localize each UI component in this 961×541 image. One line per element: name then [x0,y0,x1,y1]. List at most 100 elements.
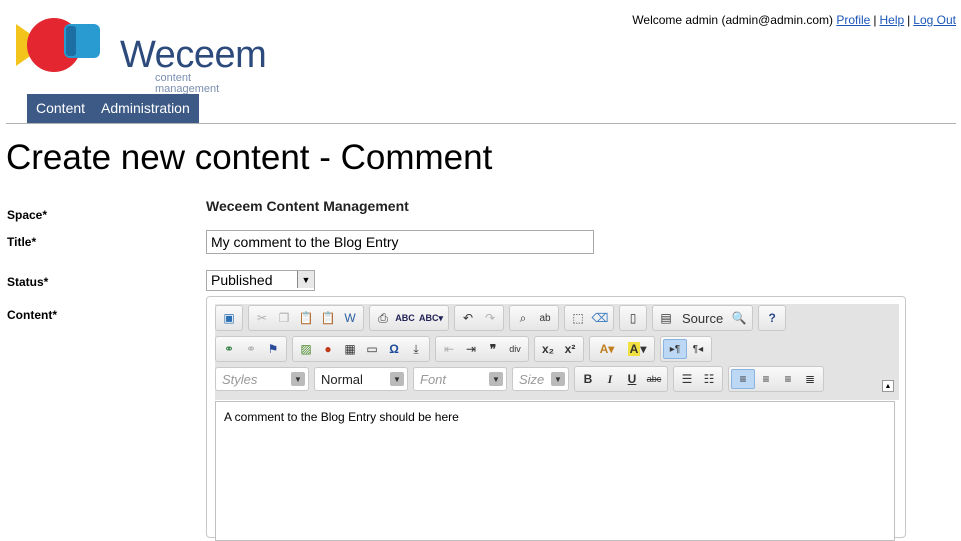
logo-subtitle: content management [155,72,220,95]
editor-content-text: A comment to the Blog Entry should be he… [224,410,459,424]
source-icon[interactable]: ▤ [655,308,677,328]
separator: | [907,13,911,27]
collapse-toolbar-icon[interactable]: ▲ [882,380,894,392]
outdent-icon[interactable]: ⇤ [438,339,460,359]
page-break-icon[interactable]: ⤓ [405,339,427,359]
toolbar-group: ☰ ☷ [673,366,723,392]
size-combo-label: Size [519,371,545,387]
justify-icon[interactable]: ≣ [799,369,821,389]
user-bar: Welcome admin (admin@admin.com) Profile |… [632,13,956,27]
welcome-text: Welcome admin (admin@admin.com) [632,13,833,27]
styles-combo[interactable]: Styles ▼ [215,367,309,391]
superscript-icon[interactable]: x² [559,339,581,359]
paste-icon[interactable]: 📋 [295,308,317,328]
chevron-down-icon[interactable]: ▼ [297,271,314,288]
help-link[interactable]: Help [879,13,904,27]
styles-combo-label: Styles [222,371,258,387]
italic-icon[interactable]: I [599,369,621,389]
paste-text-icon[interactable]: 📋 [317,308,339,328]
header-divider [6,123,956,124]
logo-text: Weceem [120,34,267,76]
toolbar-group: A▾ A ▾ [589,336,655,362]
horizontal-rule-icon[interactable]: ▭ [361,339,383,359]
status-value: Published [211,272,273,288]
logo-mark-icon [16,18,100,72]
nav-item-content[interactable]: Content [27,94,93,123]
link-icon[interactable]: ⚭ [218,339,240,359]
maximize-icon[interactable]: ▣ [218,308,240,328]
ltr-direction-icon[interactable]: ▸¶ [663,339,687,359]
page-title: Create new content - Comment [6,138,493,177]
background-color-icon[interactable]: A ▾ [622,339,652,359]
select-all-icon[interactable]: ⬚ [567,308,589,328]
toolbar-row: ⚭ ⚭ ⚑ ▨ ● ▦ ▭ Ω ⤓ ⇤ ⇥ ❞ div x₂ x² A▾ A ▾… [215,336,717,362]
spellcheck-icon[interactable]: ABC [394,308,416,328]
numbered-list-icon[interactable]: ☰ [676,369,698,389]
align-center-icon[interactable]: ≡ [755,369,777,389]
chevron-down-icon[interactable]: ▼ [390,372,404,386]
toolbar-group: ▤ Source 🔍 [652,305,754,331]
main-nav: Content Administration [27,94,199,123]
bulleted-list-icon[interactable]: ☷ [698,369,720,389]
size-combo[interactable]: Size ▼ [512,367,569,391]
image-icon[interactable]: ▨ [295,339,317,359]
help-icon[interactable]: ? [761,308,783,328]
toolbar-group: ⎙ ABC ABC▾ [369,305,449,331]
redo-icon[interactable]: ↷ [479,308,501,328]
preview-icon[interactable]: 🔍 [728,308,750,328]
remove-format-icon[interactable]: ⌫ [589,308,611,328]
underline-icon[interactable]: U [621,369,643,389]
toolbar-group: x₂ x² [534,336,584,362]
source-button[interactable]: Source [677,308,728,328]
unlink-icon[interactable]: ⚭ [240,339,262,359]
toolbar-group: ≡ ≡ ≡ ≣ [728,366,824,392]
subscript-icon[interactable]: x₂ [537,339,559,359]
cut-icon[interactable]: ✂ [251,308,273,328]
bold-icon[interactable]: B [577,369,599,389]
create-div-icon[interactable]: div [504,339,526,359]
indent-icon[interactable]: ⇥ [460,339,482,359]
paste-word-icon[interactable]: W [339,308,361,328]
undo-icon[interactable]: ↶ [457,308,479,328]
logout-link[interactable]: Log Out [913,13,956,27]
format-combo[interactable]: Normal ▼ [314,367,408,391]
replace-icon[interactable]: ab [534,308,556,328]
toolbar-group: ✂ ❐ 📋 📋 W [248,305,364,331]
new-page-icon[interactable]: ▯ [622,308,644,328]
strikethrough-icon[interactable]: abc [643,369,665,389]
align-left-icon[interactable]: ≡ [731,369,755,389]
text-color-icon[interactable]: A▾ [592,339,622,359]
status-select[interactable]: Published ▼ [206,270,315,291]
toolbar-row: ▣ ✂ ❐ 📋 📋 W ⎙ ABC ABC▾ ↶ ↷ ⌕ ab ⬚ ⌫ ▯ ▤ … [215,305,791,331]
align-right-icon[interactable]: ≡ [777,369,799,389]
space-value: Weceem Content Management [206,198,409,214]
special-char-icon[interactable]: Ω [383,339,405,359]
profile-link[interactable]: Profile [836,13,870,27]
title-label: Title* [7,235,37,249]
chevron-down-icon[interactable]: ▼ [291,372,305,386]
toolbar-row: Styles ▼ Normal ▼ Font ▼ Size ▼ B I U ab… [215,366,829,392]
spellcheck-as-you-type-icon[interactable]: ABC▾ [416,308,446,328]
table-icon[interactable]: ▦ [339,339,361,359]
toolbar-group: ▸¶ ¶◂ [660,336,712,362]
logo: Weceem content management [14,14,267,95]
chevron-down-icon[interactable]: ▼ [551,372,565,386]
title-input[interactable]: My comment to the Blog Entry [206,230,594,254]
copy-icon[interactable]: ❐ [273,308,295,328]
toolbar-group: ▨ ● ▦ ▭ Ω ⤓ [292,336,430,362]
print-icon[interactable]: ⎙ [372,308,394,328]
blockquote-icon[interactable]: ❞ [482,339,504,359]
rtl-direction-icon[interactable]: ¶◂ [687,339,709,359]
flash-icon[interactable]: ● [317,339,339,359]
toolbar-group: ? [758,305,787,331]
font-combo[interactable]: Font ▼ [413,367,507,391]
toolbar-group: ▣ [215,305,243,331]
nav-item-administration[interactable]: Administration [93,94,199,123]
status-label: Status* [7,275,49,289]
anchor-icon[interactable]: ⚑ [262,339,284,359]
find-icon[interactable]: ⌕ [512,308,534,328]
rich-text-editor: ▣ ✂ ❐ 📋 📋 W ⎙ ABC ABC▾ ↶ ↷ ⌕ ab ⬚ ⌫ ▯ ▤ … [206,296,906,541]
editor-content[interactable]: A comment to the Blog Entry should be he… [215,401,895,541]
chevron-down-icon[interactable]: ▼ [489,372,503,386]
toolbar-group: ↶ ↷ [454,305,504,331]
